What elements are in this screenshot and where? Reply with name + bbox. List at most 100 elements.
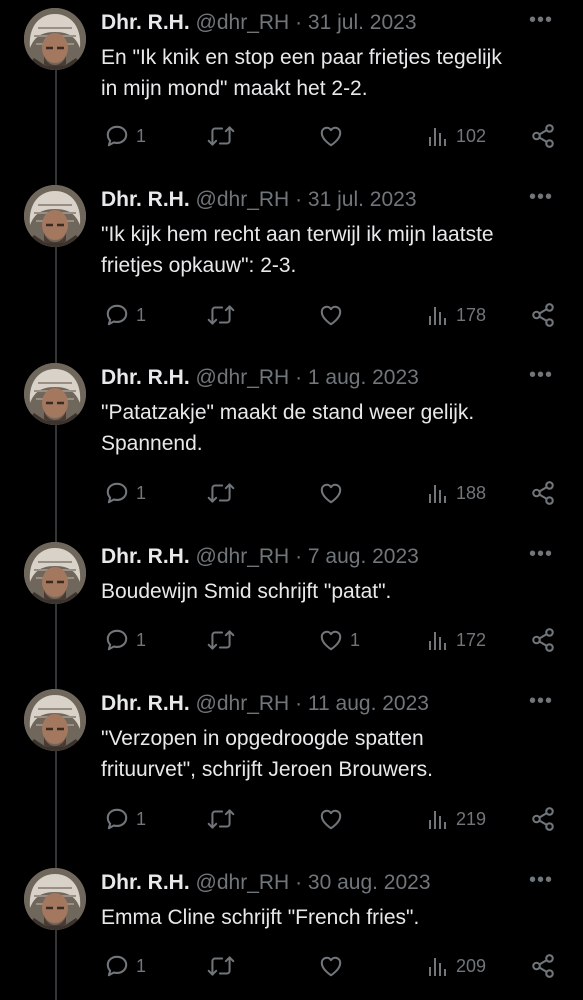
- views-bars-icon: [426, 480, 450, 506]
- reply-bubble-icon: [104, 953, 130, 979]
- tweet-actions: 1 178: [0, 300, 583, 330]
- tweet-actions: 1 102: [0, 121, 583, 151]
- retweet-button[interactable]: [206, 121, 242, 151]
- like-button[interactable]: [318, 300, 350, 330]
- author-name[interactable]: Dhr. R.H.: [101, 545, 190, 568]
- retweet-button[interactable]: [206, 625, 242, 655]
- heart-icon: [318, 302, 344, 328]
- avatar[interactable]: [24, 363, 86, 425]
- retweet-button[interactable]: [206, 478, 242, 508]
- share-nodes-icon: [530, 480, 556, 506]
- author-handle[interactable]: @dhr_RH: [196, 871, 290, 894]
- tweet-date[interactable]: 31 jul. 2023: [308, 188, 417, 211]
- tweet-date[interactable]: 31 jul. 2023: [308, 11, 417, 34]
- like-button[interactable]: [318, 121, 350, 151]
- retweet-arrows-icon: [206, 953, 236, 979]
- avatar[interactable]: [24, 689, 86, 751]
- author-handle[interactable]: @dhr_RH: [196, 692, 290, 715]
- author-handle[interactable]: @dhr_RH: [196, 545, 290, 568]
- retweet-button[interactable]: [206, 951, 242, 981]
- like-button[interactable]: [318, 478, 350, 508]
- like-button[interactable]: [318, 804, 350, 834]
- retweet-arrows-icon: [206, 302, 236, 328]
- more-dots-icon[interactable]: •••: [529, 544, 553, 564]
- tweet-actions: 1 188: [0, 478, 583, 508]
- reply-count: 1: [136, 126, 147, 146]
- reply-count: 1: [136, 305, 147, 325]
- share-button[interactable]: [530, 300, 556, 330]
- separator-dot: ·: [295, 11, 303, 34]
- heart-icon: [318, 627, 344, 653]
- share-button[interactable]: [530, 804, 556, 834]
- like-button[interactable]: 1: [318, 625, 360, 655]
- reply-count: 1: [136, 483, 147, 503]
- more-dots-icon[interactable]: •••: [529, 187, 553, 207]
- avatar[interactable]: [24, 185, 86, 247]
- share-button[interactable]: [530, 478, 556, 508]
- views-button[interactable]: 209: [426, 951, 486, 981]
- avatar[interactable]: [24, 868, 86, 930]
- views-bars-icon: [426, 123, 450, 149]
- reply-button[interactable]: 1: [104, 300, 146, 330]
- author-name[interactable]: Dhr. R.H.: [101, 11, 190, 34]
- reply-button[interactable]: 1: [104, 625, 146, 655]
- tweet-date[interactable]: 11 aug. 2023: [308, 692, 429, 715]
- author-handle[interactable]: @dhr_RH: [196, 366, 290, 389]
- author-name[interactable]: Dhr. R.H.: [101, 692, 190, 715]
- tweet-text-line: "Verzopen in opgedroogde spatten: [101, 727, 424, 750]
- heart-icon: [318, 953, 344, 979]
- reply-count: 1: [136, 630, 147, 650]
- share-button[interactable]: [530, 951, 556, 981]
- views-bars-icon: [426, 302, 450, 328]
- view-count: 219: [456, 809, 487, 829]
- author-name[interactable]: Dhr. R.H.: [101, 871, 190, 894]
- reply-bubble-icon: [104, 123, 130, 149]
- heart-icon: [318, 480, 344, 506]
- share-button[interactable]: [530, 121, 556, 151]
- reply-button[interactable]: 1: [104, 804, 146, 834]
- avatar[interactable]: [24, 8, 86, 70]
- reply-bubble-icon: [104, 627, 130, 653]
- author-name[interactable]: Dhr. R.H.: [101, 366, 190, 389]
- tweet-date[interactable]: 1 aug. 2023: [308, 366, 419, 389]
- author-name[interactable]: Dhr. R.H.: [101, 188, 190, 211]
- views-bars-icon: [426, 806, 450, 832]
- views-button[interactable]: 188: [426, 478, 486, 508]
- tweet-text: "Patatzakje" maakt de stand weer gelijk.…: [101, 397, 563, 459]
- view-count: 188: [456, 483, 487, 503]
- views-button[interactable]: 102: [426, 121, 486, 151]
- author-handle[interactable]: @dhr_RH: [196, 188, 290, 211]
- reply-bubble-icon: [104, 480, 130, 506]
- tweet-date[interactable]: 30 aug. 2023: [308, 871, 431, 894]
- author-handle[interactable]: @dhr_RH: [196, 11, 290, 34]
- more-dots-icon[interactable]: •••: [529, 10, 553, 30]
- tweet-text: En "Ik knik en stop een paar frietjes te…: [101, 42, 563, 104]
- retweet-button[interactable]: [206, 804, 242, 834]
- reply-button[interactable]: 1: [104, 951, 146, 981]
- more-dots-icon[interactable]: •••: [529, 691, 553, 711]
- share-button[interactable]: [530, 625, 556, 655]
- more-dots-icon[interactable]: •••: [529, 365, 553, 385]
- views-button[interactable]: 219: [426, 804, 486, 834]
- tweet-header: Dhr. R.H. @dhr_RH · 11 aug. 2023: [101, 691, 523, 717]
- tweet-text-line: frietjes opkauw": 2-3.: [101, 254, 297, 277]
- avatar[interactable]: [24, 542, 86, 604]
- reply-button[interactable]: 1: [104, 478, 146, 508]
- share-nodes-icon: [530, 123, 556, 149]
- retweet-button[interactable]: [206, 300, 242, 330]
- views-button[interactable]: 178: [426, 300, 486, 330]
- retweet-arrows-icon: [206, 480, 236, 506]
- tweet-header: Dhr. R.H. @dhr_RH · 31 jul. 2023: [101, 187, 523, 213]
- retweet-arrows-icon: [206, 806, 236, 832]
- tweet-date[interactable]: 7 aug. 2023: [308, 545, 419, 568]
- share-nodes-icon: [530, 627, 556, 653]
- reply-button[interactable]: 1: [104, 121, 146, 151]
- like-button[interactable]: [318, 951, 350, 981]
- view-count: 102: [456, 126, 487, 146]
- more-dots-icon[interactable]: •••: [529, 870, 553, 890]
- separator-dot: ·: [295, 545, 303, 568]
- views-button[interactable]: 172: [426, 625, 486, 655]
- share-nodes-icon: [530, 806, 556, 832]
- reply-count: 1: [136, 956, 147, 976]
- tweet-header: Dhr. R.H. @dhr_RH · 1 aug. 2023: [101, 365, 523, 391]
